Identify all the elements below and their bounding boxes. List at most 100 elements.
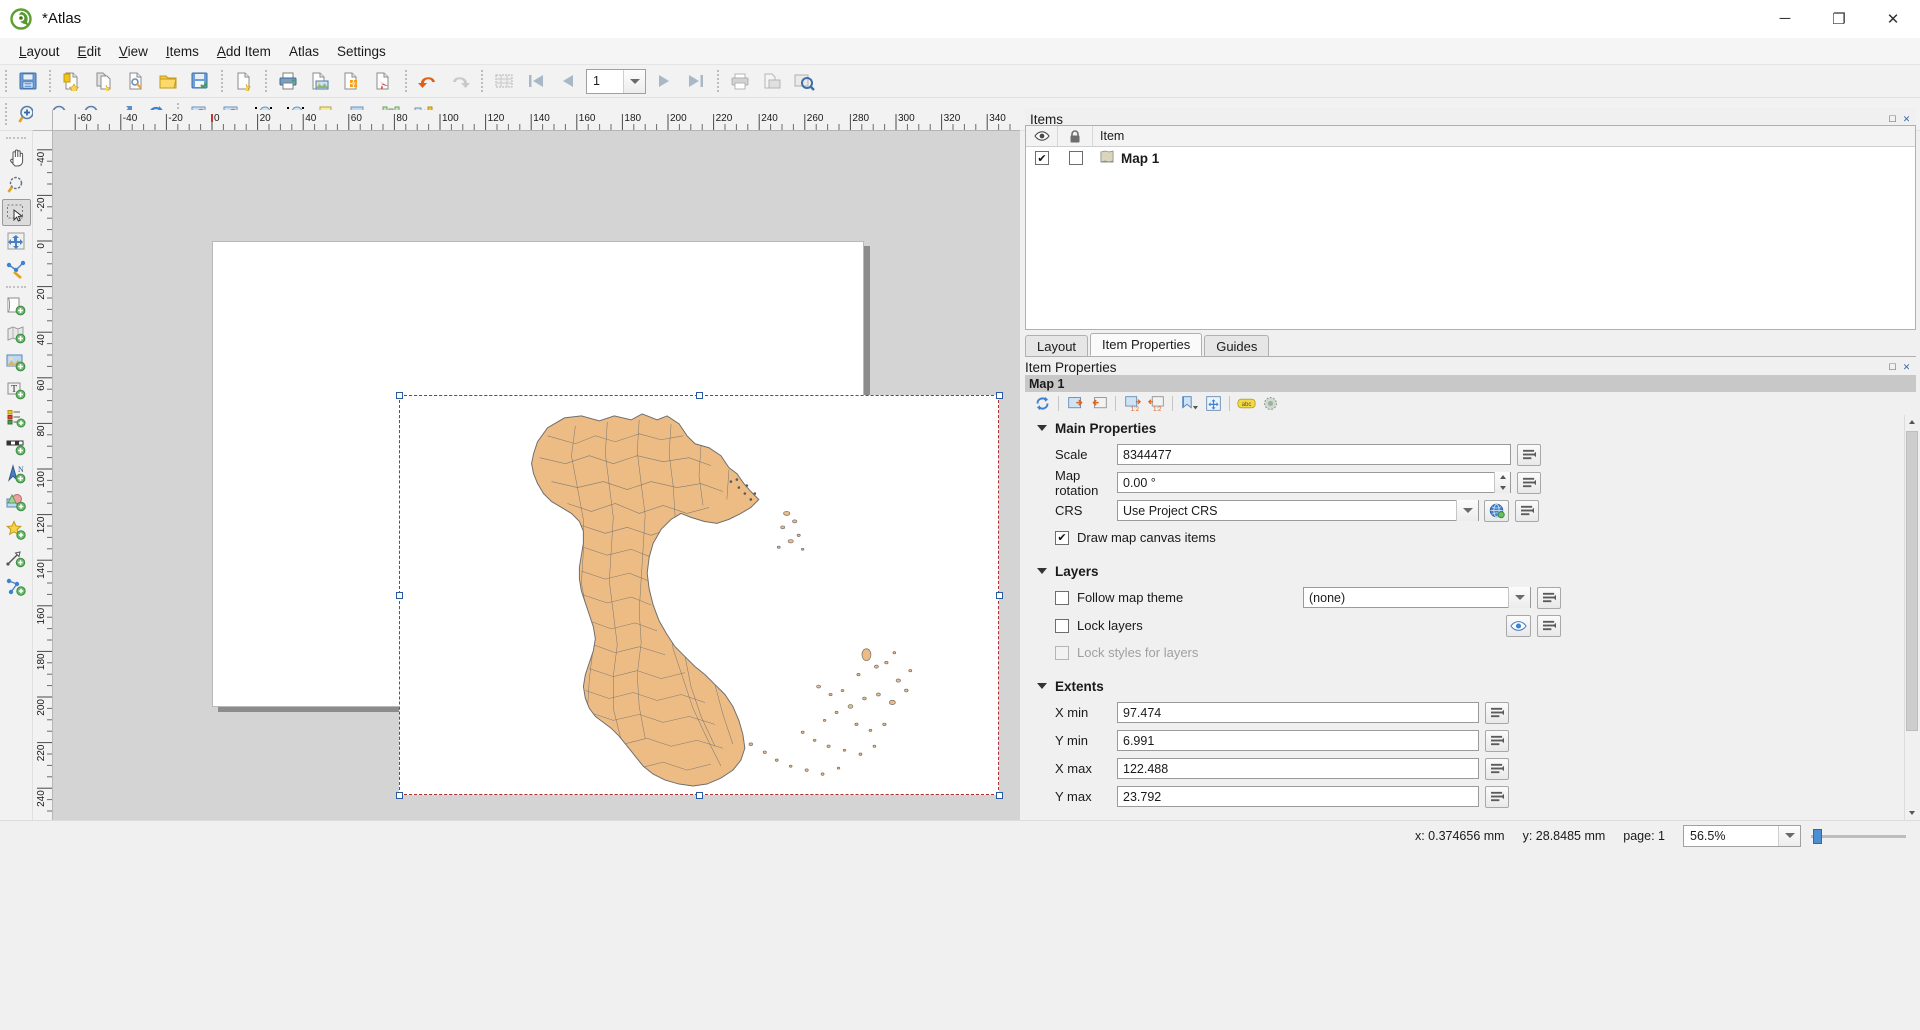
resize-handle-se[interactable] (996, 792, 1003, 799)
chevron-down-icon[interactable] (1037, 425, 1047, 431)
move-item-content-icon[interactable] (2, 227, 31, 254)
x-min-field[interactable]: 97.474 (1117, 702, 1479, 723)
layout-page[interactable] (212, 241, 1003, 799)
undock-icon[interactable]: ☐ (1887, 114, 1898, 125)
add-north-arrow-icon[interactable]: N (2, 460, 31, 487)
follow-map-theme-combo[interactable]: (none) (1303, 587, 1531, 608)
clipping-settings-icon[interactable] (1259, 393, 1281, 413)
add-page-icon[interactable] (2, 292, 31, 319)
map-rotation-stepper[interactable] (1494, 472, 1510, 493)
atlas-next-feature-icon[interactable] (649, 67, 679, 96)
new-layout-icon[interactable] (57, 67, 87, 96)
scale-field[interactable]: 8344477 (1117, 444, 1511, 465)
follow-map-theme-checkbox[interactable] (1055, 590, 1069, 605)
table-row[interactable]: ✔ Map 1 (1026, 147, 1915, 169)
atlas-print-icon[interactable] (725, 67, 755, 96)
zoom-level-combo[interactable]: 56.5% (1683, 824, 1801, 847)
layout-manager-icon[interactable] (121, 67, 151, 96)
draw-map-canvas-items-checkbox[interactable]: ✔ (1055, 530, 1069, 545)
y-max-data-defined-button[interactable] (1485, 785, 1509, 808)
atlas-previous-feature-icon[interactable] (553, 67, 583, 96)
atlas-page-combo[interactable]: 1 (586, 68, 646, 94)
close-button[interactable]: ✕ (1866, 0, 1920, 38)
combo-arrow[interactable] (623, 69, 645, 93)
zoom-tool-icon[interactable] (2, 171, 31, 198)
set-scale-from-canvas-icon[interactable]: 1:2 (1121, 393, 1143, 413)
add-legend-icon[interactable] (2, 404, 31, 431)
atlas-settings-icon[interactable] (489, 67, 519, 96)
minimize-button[interactable]: ─ (1758, 0, 1812, 38)
undo-icon[interactable] (413, 67, 443, 96)
map-item-frame[interactable] (399, 395, 999, 795)
map-rotation-data-defined-button[interactable] (1517, 471, 1541, 494)
interactive-edit-icon[interactable] (1202, 393, 1224, 413)
zoom-slider[interactable] (1811, 826, 1906, 846)
menu-add-item[interactable]: Add Item (208, 40, 280, 63)
add-node-item-icon[interactable] (2, 572, 31, 599)
atlas-preview-icon[interactable] (789, 67, 819, 96)
add-shape-icon[interactable] (2, 488, 31, 515)
redo-icon[interactable] (445, 67, 475, 96)
tab-layout[interactable]: Layout (1025, 335, 1089, 356)
crs-data-defined-button[interactable] (1515, 499, 1539, 522)
x-min-data-defined-button[interactable] (1485, 701, 1509, 724)
y-min-data-defined-button[interactable] (1485, 729, 1509, 752)
atlas-export-image-icon[interactable] (757, 67, 787, 96)
select-item-icon[interactable] (1, 199, 31, 226)
atlas-first-feature-icon[interactable] (521, 67, 551, 96)
toolbar-handle[interactable] (5, 70, 7, 92)
add-label-icon[interactable]: T (2, 376, 31, 403)
y-max-field[interactable]: 23.792 (1117, 786, 1479, 807)
scrollbar-thumb[interactable] (1906, 431, 1918, 731)
resize-handle-ne[interactable] (996, 392, 1003, 399)
properties-scrollbar[interactable] (1904, 415, 1919, 820)
tab-guides[interactable]: Guides (1204, 335, 1270, 356)
edit-nodes-icon[interactable] (2, 255, 31, 282)
toolbar-handle[interactable] (6, 137, 26, 139)
resize-handle-n[interactable] (696, 392, 703, 399)
chevron-down-icon[interactable] (1037, 683, 1047, 689)
menu-edit[interactable]: Edit (69, 40, 110, 63)
menu-view[interactable]: View (110, 40, 157, 63)
print-icon[interactable] (273, 67, 303, 96)
item-lock-checkbox[interactable] (1068, 151, 1083, 165)
undock-icon[interactable]: ☐ (1887, 362, 1898, 373)
scroll-up-arrow[interactable] (1905, 415, 1919, 429)
crs-dropdown-arrow[interactable] (1456, 500, 1478, 521)
tab-item-properties[interactable]: Item Properties (1090, 333, 1203, 356)
lock-layers-checkbox[interactable] (1055, 618, 1069, 633)
item-properties-content[interactable]: Main Properties Scale 8344477 Map rotati… (1025, 415, 1904, 820)
resize-handle-sw[interactable] (396, 792, 403, 799)
pan-layout-icon[interactable] (2, 143, 31, 170)
open-template-icon[interactable] (153, 67, 183, 96)
scroll-down-arrow[interactable] (1905, 806, 1919, 820)
export-svg-icon[interactable] (337, 67, 367, 96)
map-rotation-field[interactable]: 0.00 ° (1117, 472, 1511, 493)
resize-handle-e[interactable] (996, 592, 1003, 599)
add-map-icon[interactable] (2, 320, 31, 347)
crs-combo[interactable]: Use Project CRS (1117, 500, 1479, 521)
resize-handle-nw[interactable] (396, 392, 403, 399)
add-arrow-icon[interactable] (2, 544, 31, 571)
menu-atlas[interactable]: Atlas (280, 40, 328, 63)
labeling-settings-icon[interactable]: abc (1235, 393, 1257, 413)
crs-select-button[interactable] (1484, 499, 1509, 522)
chevron-down-icon[interactable] (1037, 568, 1047, 574)
export-image-icon[interactable] (305, 67, 335, 96)
save-template-icon[interactable] (185, 67, 215, 96)
group-header-extents[interactable]: Extents (1025, 673, 1904, 699)
x-max-data-defined-button[interactable] (1485, 757, 1509, 780)
close-panel-icon[interactable]: ✕ (1901, 362, 1912, 373)
duplicate-layout-icon[interactable] (89, 67, 119, 96)
x-max-field[interactable]: 122.488 (1117, 758, 1479, 779)
save-project-icon[interactable] (13, 67, 43, 96)
menu-items[interactable]: Items (157, 40, 208, 63)
zoom-combo-arrow[interactable] (1778, 825, 1800, 846)
item-visibility-checkbox[interactable]: ✔ (1035, 151, 1049, 165)
atlas-last-feature-icon[interactable] (681, 67, 711, 96)
follow-map-theme-data-defined-button[interactable] (1537, 586, 1561, 609)
new-report-icon[interactable] (229, 67, 259, 96)
group-header-layers[interactable]: Layers (1025, 558, 1904, 584)
lock-layers-data-defined-button[interactable] (1537, 614, 1561, 637)
update-map-preview-icon[interactable] (1031, 393, 1053, 413)
